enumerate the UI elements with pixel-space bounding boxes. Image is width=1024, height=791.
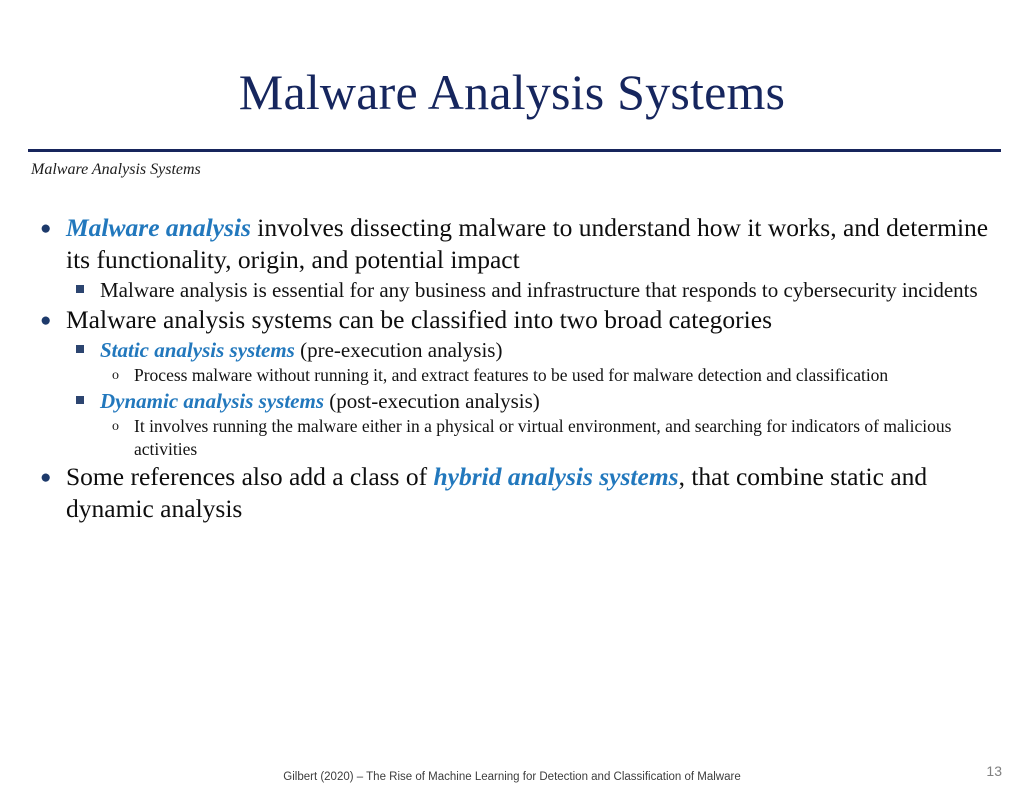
bullet-list-level2-b: Static analysis systems (pre-execution a… xyxy=(66,336,998,461)
bullet-item-dynamic-description: o It involves running the malware either… xyxy=(100,415,998,461)
bullet-text: Static analysis systems (pre-execution a… xyxy=(100,338,502,362)
disc-bullet-icon: ● xyxy=(40,218,52,239)
bullet-text: Malware analysis involves dissecting mal… xyxy=(66,213,988,274)
square-bullet-icon xyxy=(76,285,84,293)
bullet-text: Malware analysis systems can be classifi… xyxy=(66,305,772,334)
disc-bullet-icon: ● xyxy=(40,467,52,488)
bullet-item-two-broad-categories: ● Malware analysis systems can be classi… xyxy=(30,304,998,461)
bullet-list-level3-dynamic: o It involves running the malware either… xyxy=(100,415,998,461)
bullet-text-rest: (pre-execution analysis) xyxy=(294,338,503,362)
header-divider xyxy=(28,149,1001,152)
bullet-list-level1: ● Malware analysis involves dissecting m… xyxy=(30,212,998,525)
bullet-text: Dynamic analysis systems (post-execution… xyxy=(100,389,540,413)
square-bullet-icon xyxy=(76,396,84,404)
bullet-text-pre: Some references also add a class of xyxy=(66,462,434,491)
bullet-item-static-description: o Process malware without running it, an… xyxy=(100,364,998,387)
accent-term-hybrid-analysis-systems: hybrid analysis systems xyxy=(433,462,679,491)
bullet-text: Malware analysis is essential for any bu… xyxy=(100,278,978,302)
circle-bullet-icon: o xyxy=(112,368,119,383)
page-title: Malware Analysis Systems xyxy=(238,64,786,120)
slide-body: ● Malware analysis involves dissecting m… xyxy=(30,212,998,525)
bullet-list-level2-a: Malware analysis is essential for any bu… xyxy=(66,276,998,304)
accent-term-dynamic-analysis-systems: Dynamic analysis systems xyxy=(100,389,324,413)
bullet-text-rest: (post-execution analysis) xyxy=(324,389,540,413)
bullet-item-static-analysis-systems: Static analysis systems (pre-execution a… xyxy=(66,336,998,387)
square-bullet-icon xyxy=(76,345,84,353)
bullet-text: It involves running the malware either i… xyxy=(134,416,952,459)
bullet-text: Some references also add a class of hybr… xyxy=(66,462,927,523)
slide-subheader: Malware Analysis Systems xyxy=(31,161,201,178)
accent-term-static-analysis-systems: Static analysis systems xyxy=(100,338,295,362)
bullet-text: Process malware without running it, and … xyxy=(134,365,889,385)
accent-term-malware-analysis: Malware analysis xyxy=(66,213,251,242)
bullet-item-analysis-essential: Malware analysis is essential for any bu… xyxy=(66,276,998,304)
circle-bullet-icon: o xyxy=(112,419,119,434)
page-number: 13 xyxy=(986,763,1002,779)
bullet-item-malware-analysis-definition: ● Malware analysis involves dissecting m… xyxy=(30,212,998,304)
bullet-list-level3-static: o Process malware without running it, an… xyxy=(100,364,998,387)
footer-citation: Gilbert (2020) – The Rise of Machine Lea… xyxy=(283,771,741,783)
slide: Malware Analysis Systems Malware Analysi… xyxy=(0,0,1024,791)
bullet-item-dynamic-analysis-systems: Dynamic analysis systems (post-execution… xyxy=(66,387,998,461)
disc-bullet-icon: ● xyxy=(40,310,52,331)
bullet-item-hybrid-analysis-systems: ● Some references also add a class of hy… xyxy=(30,461,998,525)
